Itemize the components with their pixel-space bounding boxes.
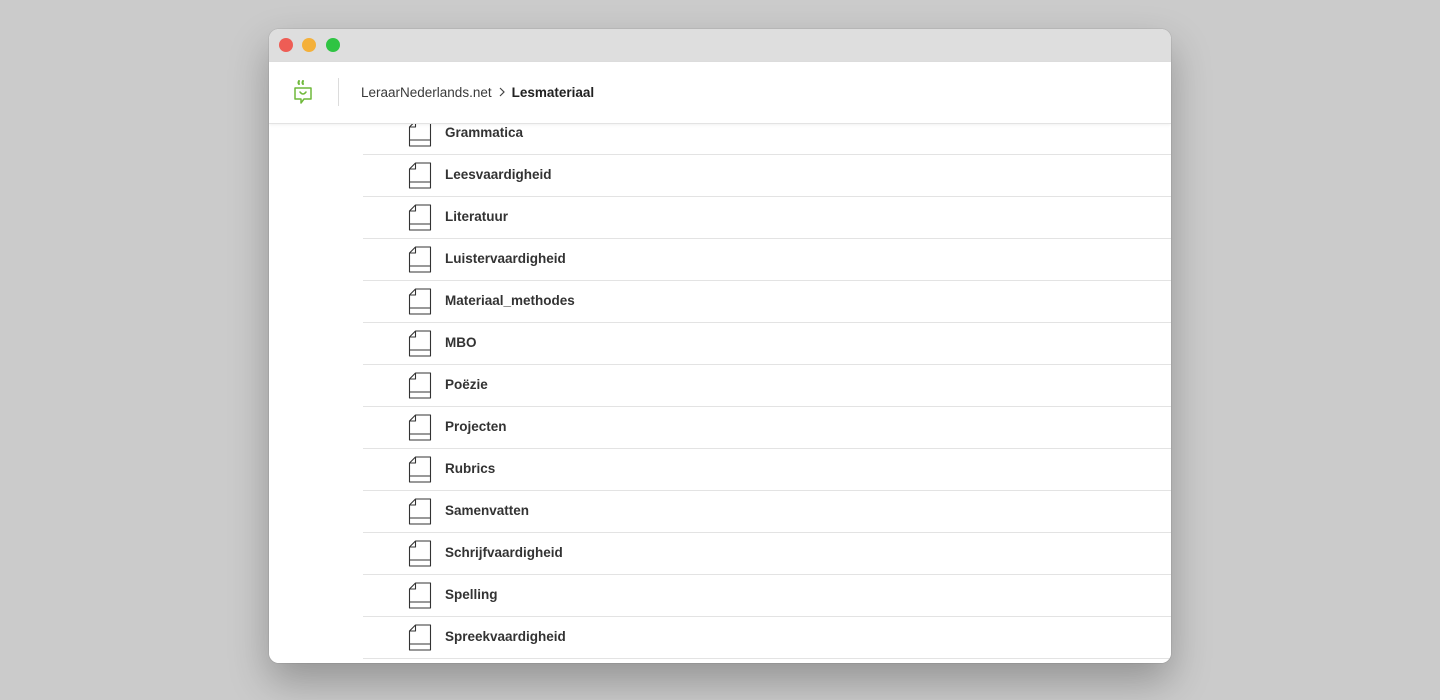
folder-row[interactable]: Poëzie (363, 365, 1171, 407)
list-item-label: Luistervaardigheid (445, 251, 566, 266)
folder-row[interactable]: Rubrics (363, 449, 1171, 491)
folder-row[interactable]: Schrijfvaardigheid (363, 533, 1171, 575)
list-item-label: Materiaal_methodes (445, 293, 575, 308)
document-icon (408, 414, 432, 441)
folder-list-panel: Grammatica Leesvaardigheid Literatuur Lu… (269, 124, 1171, 663)
folder-row[interactable]: Projecten (363, 407, 1171, 449)
list-item-label: Projecten (445, 419, 507, 434)
folder-row[interactable]: Luistervaardigheid (363, 239, 1171, 281)
zoom-window-button[interactable] (326, 38, 340, 52)
document-icon (408, 288, 432, 315)
breadcrumb: LeraarNederlands.net Lesmateriaal (361, 83, 594, 101)
list-item-label: Samenvatten (445, 503, 530, 518)
browser-window: LeraarNederlands.net Lesmateriaal Gramma… (269, 29, 1171, 663)
breadcrumb-site-link[interactable]: LeraarNederlands.net (361, 85, 492, 100)
list-item-label: Grammatica (445, 125, 524, 140)
folder-row[interactable]: Materiaal_methodes (363, 281, 1171, 323)
site-header: LeraarNederlands.net Lesmateriaal (269, 62, 1171, 124)
list-item-label: Spreekvaardigheid (445, 629, 566, 644)
folder-row[interactable]: Leesvaardigheid (363, 155, 1171, 197)
document-icon (408, 540, 432, 567)
title-bar (269, 29, 1171, 62)
list-item-label: Schrijfvaardigheid (445, 545, 563, 560)
folder-row[interactable]: MBO (363, 323, 1171, 365)
list-item-label: Poëzie (445, 377, 488, 392)
folder-row[interactable]: Samenvatten (363, 491, 1171, 533)
header-divider (338, 78, 339, 106)
document-icon (408, 624, 432, 651)
document-icon (408, 162, 432, 189)
document-icon (408, 330, 432, 357)
document-icon (408, 124, 432, 147)
document-icon (408, 498, 432, 525)
folder-row[interactable]: Spreekvaardigheid (363, 617, 1171, 659)
close-window-button[interactable] (279, 38, 293, 52)
document-icon (408, 372, 432, 399)
minimize-window-button[interactable] (302, 38, 316, 52)
breadcrumb-current: Lesmateriaal (511, 84, 595, 100)
document-icon (408, 456, 432, 483)
folder-row[interactable]: Spelling (363, 575, 1171, 617)
list-item-label: Spelling (445, 587, 498, 602)
document-icon (408, 246, 432, 273)
list-item-label: Literatuur (445, 209, 509, 224)
folder-list: Grammatica Leesvaardigheid Literatuur Lu… (363, 124, 1171, 659)
speech-bubble-smiley-icon[interactable] (292, 79, 314, 105)
document-icon (408, 204, 432, 231)
folder-row[interactable]: Literatuur (363, 197, 1171, 239)
list-item-label: MBO (445, 335, 477, 350)
document-icon (408, 582, 432, 609)
list-item-label: Rubrics (445, 461, 496, 476)
folder-row[interactable]: Grammatica (363, 124, 1171, 155)
chevron-right-icon (499, 87, 505, 97)
list-item-label: Leesvaardigheid (445, 167, 552, 182)
